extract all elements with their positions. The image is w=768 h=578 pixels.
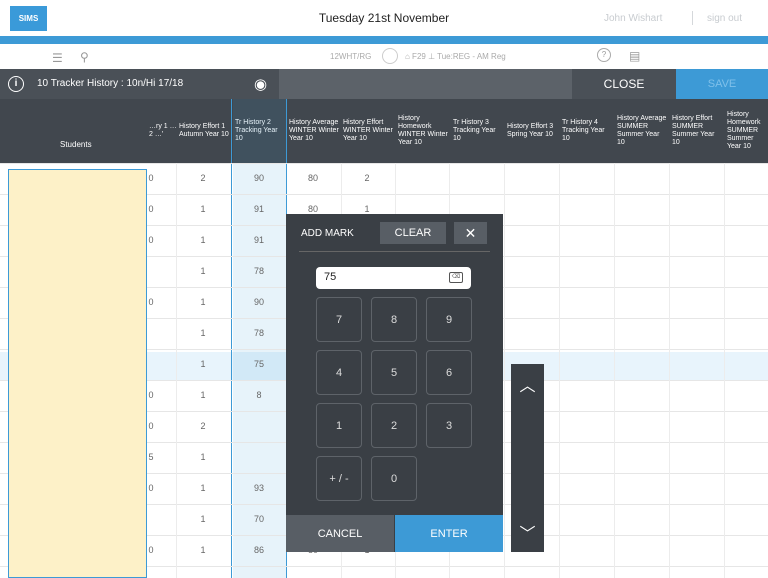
column-header-10[interactable]: History Average SUMMER Summer Year 10 (617, 101, 667, 161)
table-cell[interactable]: 2 (180, 173, 226, 183)
column-divider (176, 163, 177, 578)
table-cell[interactable]: 1 (180, 359, 226, 369)
table-cell[interactable]: 1 (180, 266, 226, 276)
table-cell[interactable]: 1 (180, 452, 226, 462)
header-spacer (279, 69, 572, 99)
close-button[interactable]: CLOSE (573, 69, 675, 99)
table-cell[interactable]: 80 (288, 204, 338, 214)
chevron-up-icon[interactable]: ︿ (511, 364, 544, 404)
table-cell[interactable]: 70 (234, 514, 284, 524)
table-cell[interactable]: 1 (180, 390, 226, 400)
table-cell[interactable]: 78 (234, 328, 284, 338)
keypad-key[interactable]: 1 (316, 403, 362, 448)
table-cell[interactable]: 91 (234, 204, 284, 214)
eye-icon[interactable]: ◉ (243, 72, 278, 97)
close-icon[interactable]: ✕ (454, 222, 487, 244)
students-column-header[interactable]: Students (60, 140, 92, 149)
table-cell[interactable]: 1 (180, 328, 226, 338)
backspace-icon[interactable]: ⌫ (449, 272, 463, 283)
table-cell[interactable]: 0 (146, 483, 156, 493)
table-cell[interactable]: 1 (180, 514, 226, 524)
dialog-title: ADD MARK (301, 228, 354, 239)
table-cell[interactable]: 80 (288, 173, 338, 183)
dialog-divider (299, 251, 490, 252)
column-header-7[interactable]: Tr History 3 Tracking Year 10 (453, 101, 503, 161)
accent-bar (0, 36, 768, 44)
table-cell[interactable]: 1 (342, 204, 392, 214)
chevron-down-icon[interactable]: ﹀ (511, 512, 544, 552)
mark-input[interactable]: 75 (316, 267, 471, 289)
document-icon[interactable]: ▤ (629, 49, 640, 63)
help-icon[interactable]: ? (597, 48, 611, 62)
cancel-button[interactable]: CANCEL (286, 515, 394, 552)
keypad-key[interactable]: 7 (316, 297, 362, 342)
column-header-2[interactable]: History Effort 1 Autumn Year 10 (179, 101, 231, 161)
keypad-key[interactable]: 5 (371, 350, 417, 395)
table-cell[interactable]: 0 (146, 390, 156, 400)
table-cell[interactable]: 1 (180, 297, 226, 307)
column-divider (614, 163, 615, 578)
row-divider (0, 163, 768, 164)
keypad-key[interactable]: 8 (371, 297, 417, 342)
column-header-11[interactable]: History Effort SUMMER Summer Year 10 (672, 101, 722, 161)
table-cell[interactable]: 0 (146, 545, 156, 555)
keypad-key[interactable]: 4 (316, 350, 362, 395)
column-header-9[interactable]: Tr History 4 Tracking Year 10 (562, 101, 612, 161)
column-header-1[interactable]: …ry 1 …2 …' (149, 101, 177, 161)
table-cell[interactable]: 90 (234, 173, 284, 183)
table-cell[interactable]: 86 (234, 545, 284, 555)
table-cell[interactable]: 91 (234, 235, 284, 245)
table-cell[interactable]: 1 (180, 235, 226, 245)
sign-out-link[interactable]: sign out (707, 13, 742, 24)
table-cell[interactable]: 0 (146, 235, 156, 245)
table-cell[interactable]: 8 (234, 390, 284, 400)
list-icon[interactable]: ☰ (52, 51, 63, 65)
column-header-8[interactable]: History Effort 3 Spring Year 10 (507, 101, 557, 161)
keypad-key[interactable]: 3 (426, 403, 472, 448)
column-header-4[interactable]: History Average WINTER Winter Year 10 (289, 101, 339, 161)
status-circle-icon[interactable] (382, 48, 398, 64)
keypad-key[interactable]: + / - (316, 456, 362, 501)
column-header-6[interactable]: History Homework WINTER Winter Year 10 (398, 101, 448, 161)
divider (692, 11, 693, 25)
table-cell[interactable]: 1 (180, 204, 226, 214)
selected-column-border (231, 99, 232, 578)
table-cell[interactable]: 1 (180, 483, 226, 493)
enter-button[interactable]: ENTER (395, 515, 503, 552)
page-title: 10 Tracker History : 10n/Hi 17/18 (37, 78, 184, 89)
table-cell[interactable]: 5 (146, 452, 156, 462)
table-cell[interactable]: 93 (234, 483, 284, 493)
table-cell[interactable]: 78 (234, 266, 284, 276)
search-icon[interactable]: ⚲ (80, 50, 89, 64)
user-name[interactable]: John Wishart (604, 13, 662, 24)
clear-button[interactable]: CLEAR (380, 222, 446, 244)
table-cell[interactable]: 90 (234, 297, 284, 307)
table-cell[interactable]: 2 (180, 421, 226, 431)
column-divider (559, 163, 560, 578)
table-cell[interactable]: 0 (146, 297, 156, 307)
column-divider (669, 163, 670, 578)
column-header-12[interactable]: History Homework SUMMER Summer Year 10 (727, 101, 768, 161)
column-divider (724, 163, 725, 578)
column-header-5[interactable]: History Effort WINTER Winter Year 10 (343, 101, 395, 161)
student-names-column[interactable] (8, 169, 147, 578)
info-icon[interactable]: i (8, 76, 24, 92)
column-divider (504, 163, 505, 578)
keypad-key[interactable]: 9 (426, 297, 472, 342)
table-cell[interactable]: 2 (342, 173, 392, 183)
save-button[interactable]: SAVE (676, 69, 768, 99)
class-code: 12WHT/RG (330, 52, 372, 61)
table-cell[interactable]: 0 (146, 421, 156, 431)
keypad-key[interactable]: 6 (426, 350, 472, 395)
keypad-key[interactable]: 0 (371, 456, 417, 501)
table-cell[interactable]: 75 (234, 359, 284, 369)
room-info: ⌂ F29 ⊥ Tue:REG - AM Reg (405, 52, 506, 61)
table-cell[interactable]: 0 (146, 173, 156, 183)
keypad-key[interactable]: 2 (371, 403, 417, 448)
selected-column-highlight (233, 99, 286, 578)
table-cell[interactable]: 1 (180, 545, 226, 555)
table-cell[interactable]: 0 (146, 204, 156, 214)
